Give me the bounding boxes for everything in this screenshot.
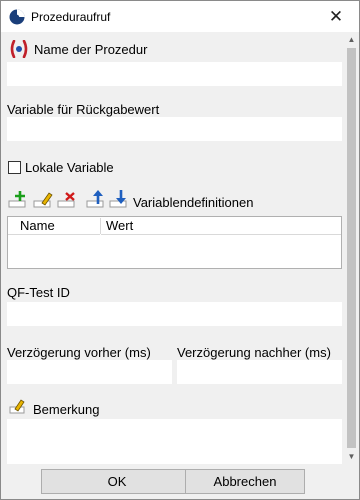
scroll-up-arrow[interactable]: ▲ xyxy=(344,32,359,47)
edit-variable-button[interactable] xyxy=(33,190,55,210)
button-bar: OK Abbrechen xyxy=(1,464,359,499)
variables-label: Variablendefinitionen xyxy=(133,195,254,210)
close-icon: ✕ xyxy=(328,6,344,26)
delay-before-field[interactable] xyxy=(7,360,172,384)
add-variable-button[interactable] xyxy=(8,190,30,210)
comment-field[interactable] xyxy=(7,419,342,464)
dialog-content: Name der Prozedur Variable für Rückgabew… xyxy=(1,32,344,464)
procedure-name-label: Name der Prozedur xyxy=(34,42,148,57)
window-title: Prozeduraufruf xyxy=(31,10,111,24)
qftest-id-label: QF-Test ID xyxy=(7,285,70,300)
procedure-name-field[interactable] xyxy=(7,62,342,86)
scroll-down-arrow[interactable]: ▼ xyxy=(344,449,359,464)
delay-after-field[interactable] xyxy=(177,360,342,384)
procedure-icon xyxy=(10,40,28,58)
close-button[interactable]: ✕ xyxy=(313,1,359,32)
procedure-call-dialog: Prozeduraufruf ✕ Name der Prozedur Varia… xyxy=(0,0,360,500)
column-header-name[interactable]: Name xyxy=(8,217,100,235)
edit-icon xyxy=(33,192,53,208)
return-variable-field[interactable] xyxy=(7,117,342,141)
local-variable-label: Lokale Variable xyxy=(25,160,114,175)
variables-table[interactable]: Name Wert xyxy=(7,216,342,269)
comment-label: Bemerkung xyxy=(33,402,100,417)
local-variable-checkbox[interactable] xyxy=(8,161,21,174)
title-bar: Prozeduraufruf ✕ xyxy=(1,1,359,32)
move-up-icon xyxy=(86,190,104,208)
qftest-id-field[interactable] xyxy=(7,302,342,326)
cancel-button[interactable]: Abbrechen xyxy=(185,469,305,494)
move-down-button[interactable] xyxy=(109,190,131,210)
scrollbar-thumb[interactable] xyxy=(347,48,356,448)
delete-variable-button[interactable] xyxy=(57,190,79,210)
return-variable-label: Variable für Rückgabewert xyxy=(7,102,160,117)
column-header-value[interactable]: Wert xyxy=(101,217,341,235)
move-down-icon xyxy=(109,190,127,208)
add-icon xyxy=(8,191,26,208)
delay-after-label: Verzögerung nachher (ms) xyxy=(177,345,331,360)
delay-before-label: Verzögerung vorher (ms) xyxy=(7,345,151,360)
delete-icon xyxy=(57,192,75,208)
vertical-scrollbar[interactable]: ▲ ▼ xyxy=(344,32,359,464)
ok-button[interactable]: OK xyxy=(41,469,193,494)
move-up-button[interactable] xyxy=(86,190,108,210)
comment-icon xyxy=(9,399,25,414)
qftest-app-icon xyxy=(9,9,25,25)
